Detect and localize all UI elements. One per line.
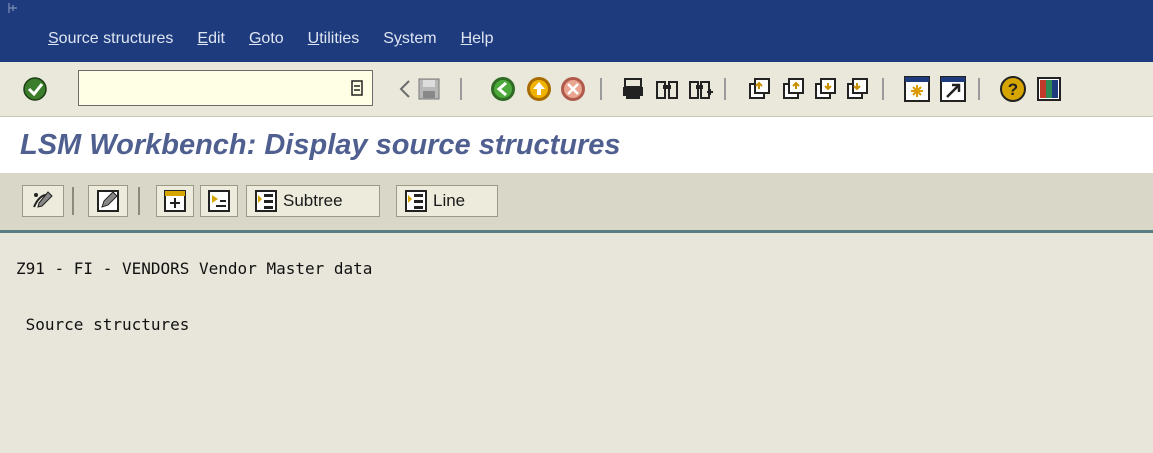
line-label: Line <box>433 191 466 210</box>
menu-source-structures[interactable]: Source structures <box>48 30 173 48</box>
collapse-button[interactable] <box>200 185 238 217</box>
collapse-icon <box>208 190 230 212</box>
dropdown-icon[interactable] <box>350 80 364 96</box>
create-session-icon[interactable] <box>900 72 934 106</box>
print-icon[interactable] <box>616 72 650 106</box>
find-icon[interactable] <box>650 72 684 106</box>
menu-bar: Source structures Edit Goto Utilities Sy… <box>0 0 1153 62</box>
system-menu-icon[interactable] <box>8 2 18 14</box>
next-page-icon[interactable] <box>808 72 842 106</box>
expand-button[interactable] <box>156 185 194 217</box>
subtree-icon <box>255 190 277 212</box>
menu-help[interactable]: Help <box>461 30 494 48</box>
first-page-icon[interactable] <box>742 72 776 106</box>
save-icon[interactable] <box>412 72 446 106</box>
display-change-button[interactable] <box>22 185 64 217</box>
page-title: LSM Workbench: Display source structures <box>20 129 621 161</box>
display-change-icon <box>33 191 53 208</box>
source-structures-node[interactable]: Source structures <box>16 315 190 334</box>
command-field[interactable] <box>78 70 373 106</box>
expand-icon <box>164 190 186 212</box>
edit-button[interactable] <box>88 185 128 217</box>
menu-utilities[interactable]: Utilities <box>308 30 360 48</box>
content-area: Z91 - FI - VENDORS Vendor Master data So… <box>0 233 1153 453</box>
menu: Source structures Edit Goto Utilities Sy… <box>48 30 518 48</box>
subtree-label: Subtree <box>283 191 343 210</box>
cancel-icon[interactable] <box>556 72 590 106</box>
standard-toolbar: ? <box>0 62 1153 117</box>
previous-page-icon[interactable] <box>776 72 810 106</box>
enter-icon[interactable] <box>18 72 52 106</box>
menu-goto[interactable]: Goto <box>249 30 284 48</box>
back-icon[interactable] <box>486 72 520 106</box>
customize-layout-icon[interactable] <box>1032 72 1066 106</box>
shortcut-icon[interactable] <box>936 72 970 106</box>
svg-text:?: ? <box>1008 80 1018 99</box>
exit-icon[interactable] <box>522 72 556 106</box>
line-button[interactable]: Line <box>396 185 498 217</box>
help-icon[interactable]: ? <box>996 72 1030 106</box>
menu-edit[interactable]: Edit <box>197 30 225 48</box>
line-icon <box>405 190 427 212</box>
edit-pencil-icon <box>97 190 119 212</box>
project-header-line[interactable]: Z91 - FI - VENDORS Vendor Master data <box>16 259 372 278</box>
last-page-icon[interactable] <box>840 72 874 106</box>
menu-system[interactable]: System <box>383 30 436 48</box>
find-next-icon[interactable] <box>684 72 718 106</box>
application-toolbar: Subtree Line <box>0 173 1153 233</box>
subtree-button[interactable]: Subtree <box>246 185 380 217</box>
title-bar: LSM Workbench: Display source structures <box>0 117 1153 173</box>
